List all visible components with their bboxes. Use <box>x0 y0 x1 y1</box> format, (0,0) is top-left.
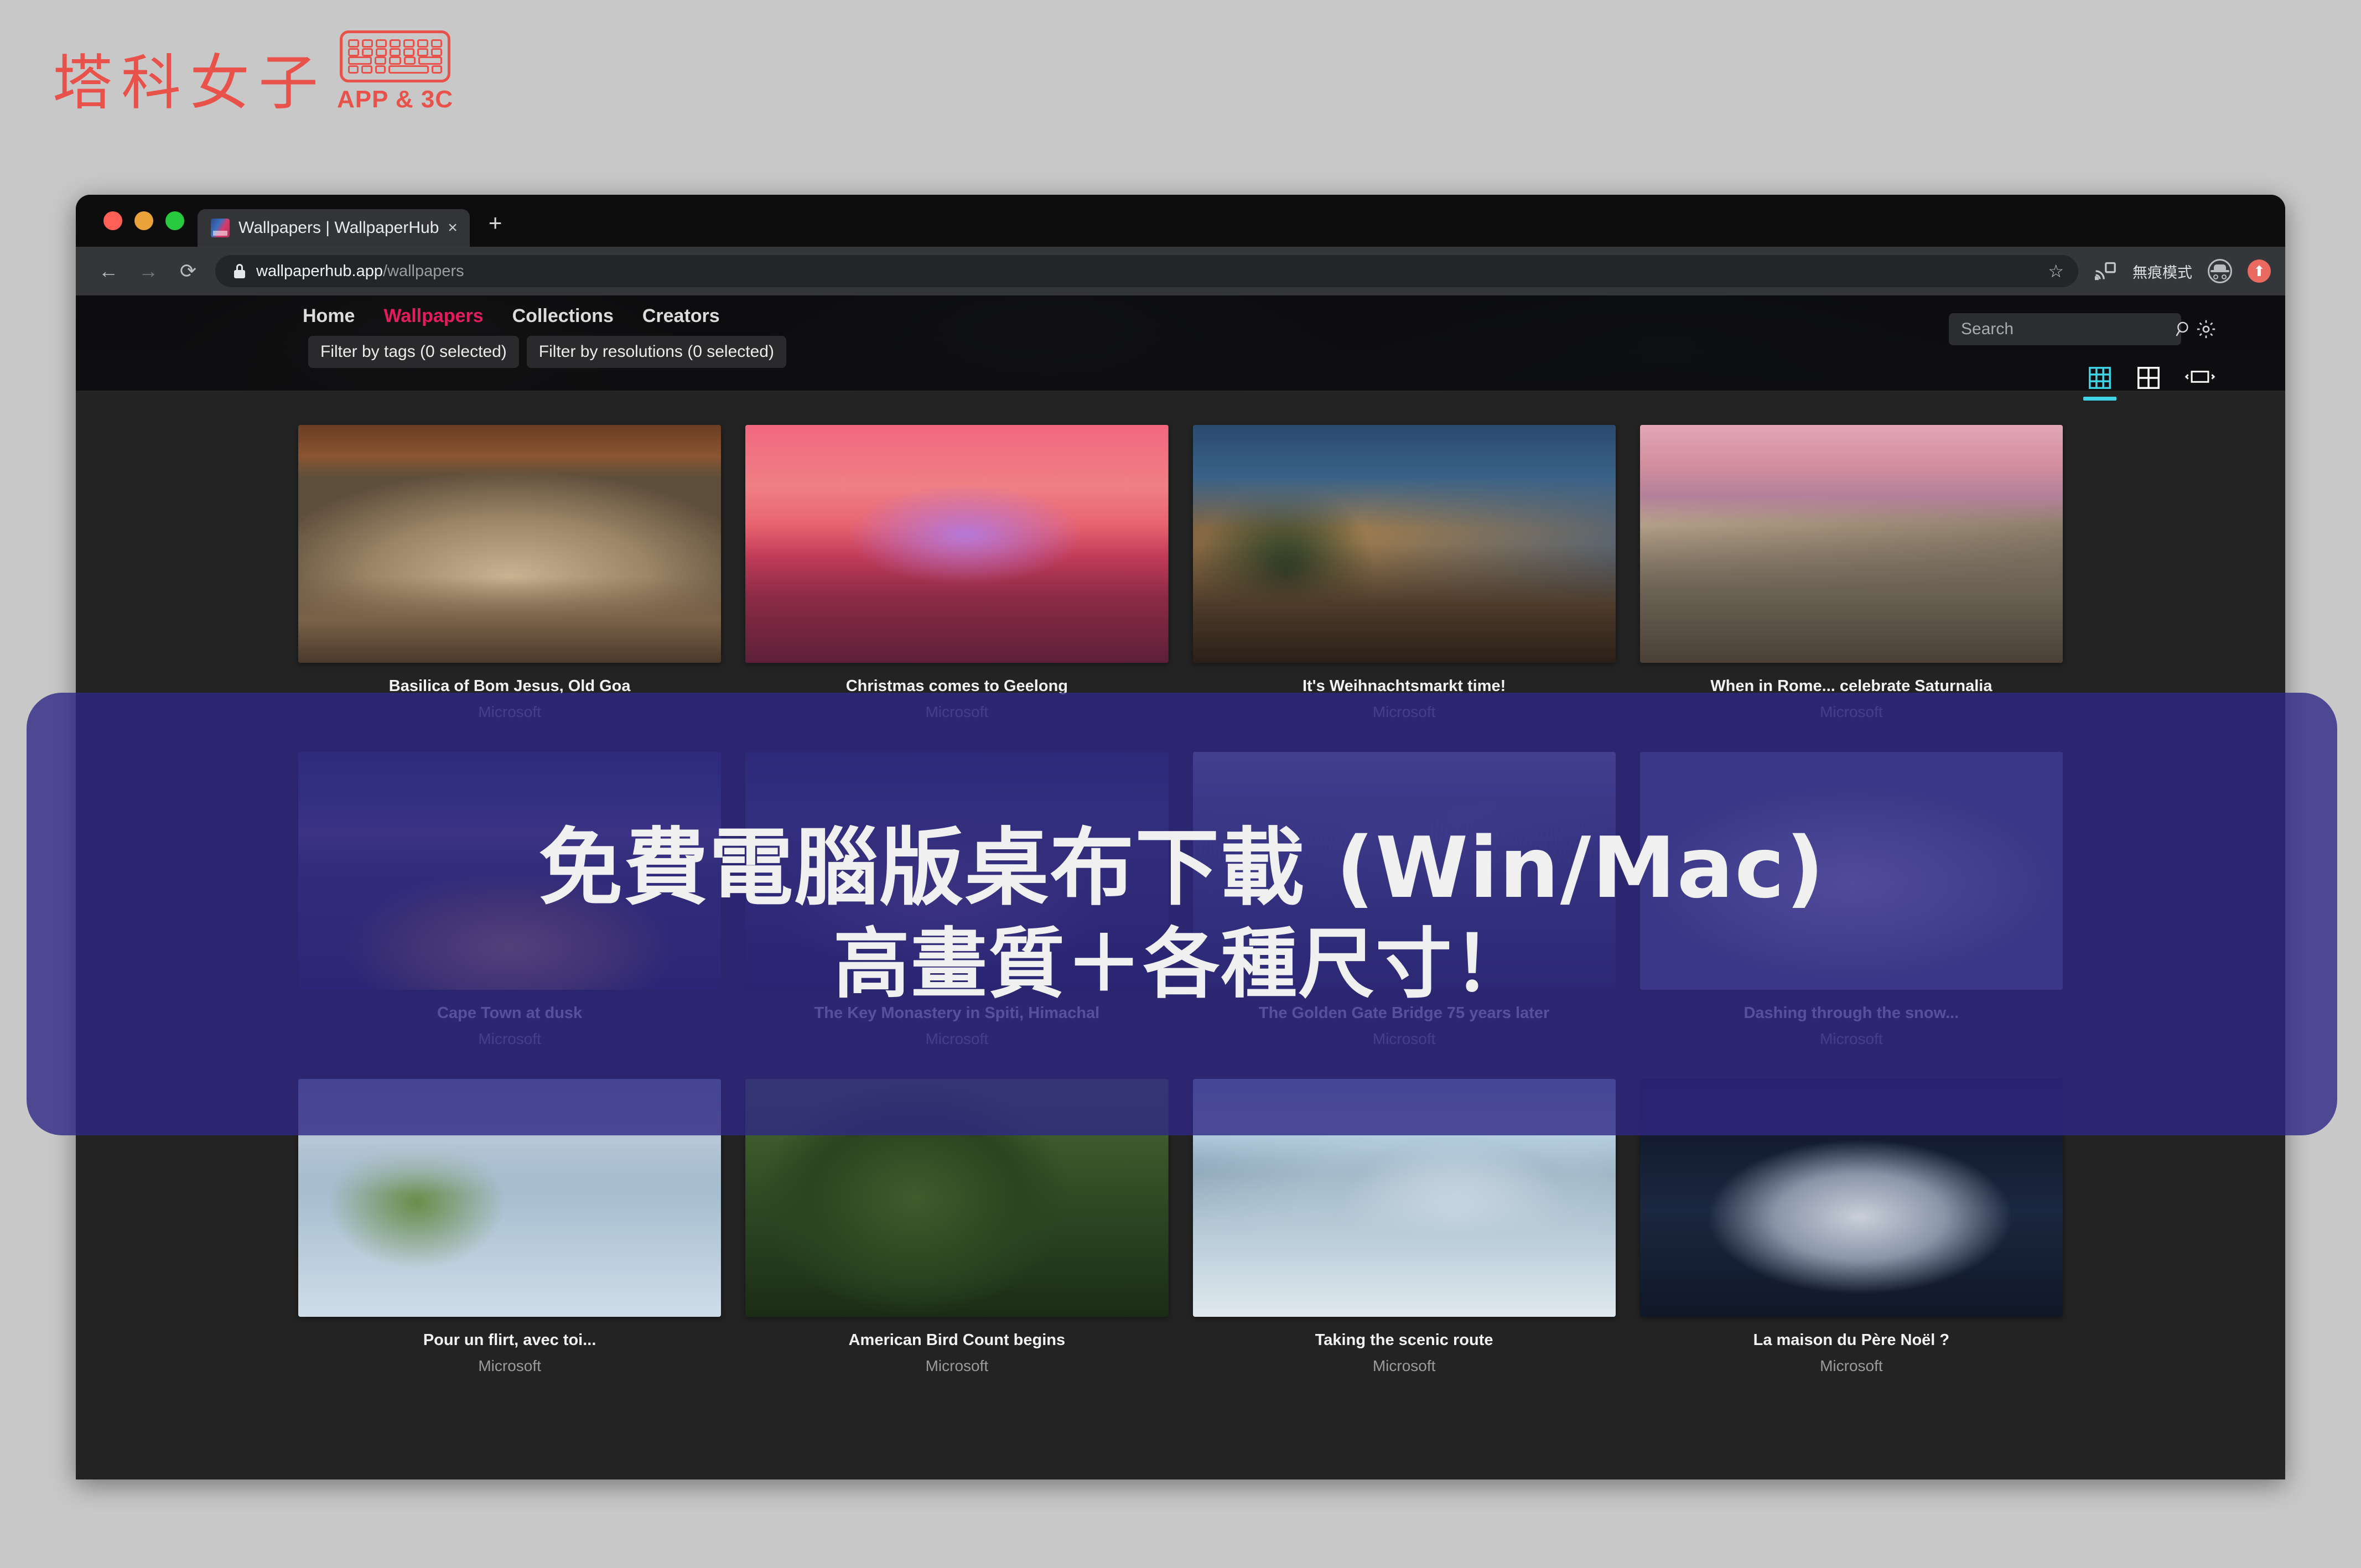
reload-icon[interactable]: ⟳ <box>175 261 201 281</box>
search-icon[interactable] <box>2175 320 2193 339</box>
wallpaper-card[interactable]: When in Rome... celebrate Saturnalia Mic… <box>1628 411 2075 738</box>
nav-item-home[interactable]: Home <box>303 305 355 327</box>
wallpaper-thumbnail[interactable] <box>298 425 722 663</box>
gear-icon[interactable] <box>2196 319 2217 340</box>
view-mode-wide-single-button[interactable] <box>2184 365 2215 387</box>
logo-subtitle: APP & 3C <box>337 86 454 113</box>
logo-right-block: APP & 3C <box>337 30 453 113</box>
wallpaper-card[interactable]: Basilica of Bom Jesus, Old Goa Microsoft <box>286 411 733 738</box>
new-tab-button[interactable]: + <box>470 211 502 247</box>
tab-title: Wallpapers | WallpaperHub <box>238 219 439 237</box>
window-traffic-lights <box>76 211 184 247</box>
nav-item-collections[interactable]: Collections <box>512 305 614 327</box>
browser-toolbar: ← → ⟳ wallpaperhub.app/wallpapers ☆ 無痕模式… <box>76 247 2285 295</box>
wallpaper-card[interactable]: It's Weihnachtsmarkt time! Microsoft <box>1181 411 1628 738</box>
toolbar-right-actions: 無痕模式 ⬆ <box>2093 259 2271 283</box>
close-window-button[interactable] <box>103 211 122 230</box>
update-badge-icon[interactable]: ⬆ <box>2248 259 2271 283</box>
wallpaper-title: La maison du Père Noël ? <box>1753 1331 1950 1349</box>
wallpaper-author: Microsoft <box>478 1357 541 1374</box>
bookmark-star-icon[interactable]: ☆ <box>2048 261 2064 282</box>
back-icon[interactable]: ← <box>96 261 121 281</box>
browser-tab-strip: Wallpapers | WallpaperHub × + <box>76 195 2285 247</box>
favicon-icon <box>211 219 230 237</box>
url-text: wallpaperhub.app/wallpapers <box>256 262 464 281</box>
active-view-underline <box>2083 397 2116 401</box>
view-mode-grid-2x2-button[interactable] <box>2136 365 2161 391</box>
view-mode-toggle <box>2083 365 2215 401</box>
nav-item-creators[interactable]: Creators <box>642 305 720 327</box>
wallpaper-author: Microsoft <box>925 1357 989 1374</box>
filter-by-resolutions-button[interactable]: Filter by resolutions (0 selected) <box>526 336 786 368</box>
wallpaper-thumbnail[interactable] <box>745 425 1169 663</box>
minimize-window-button[interactable] <box>134 211 153 230</box>
search-area <box>1949 313 2217 345</box>
site-header: Home Wallpapers Collections Creators Sea… <box>76 295 2285 401</box>
search-box[interactable] <box>1949 313 2188 345</box>
wallpaper-thumbnail[interactable] <box>1192 425 1616 663</box>
keyboard-icon <box>340 30 451 82</box>
cast-icon[interactable] <box>2093 260 2117 282</box>
address-bar[interactable]: wallpaperhub.app/wallpapers ☆ <box>215 255 2078 287</box>
wallpaper-title: American Bird Count begins <box>848 1331 1066 1349</box>
wallpaper-title: Pour un flirt, avec toi... <box>423 1331 596 1349</box>
wallpaper-title: Taking the scenic route <box>1315 1331 1493 1349</box>
title-overlay-banner: 免費電腦版桌布下載 (Win/Mac) 高畫質＋各種尺寸！ <box>27 693 2337 1135</box>
search-input[interactable] <box>1961 320 2175 339</box>
wallpaper-author: Microsoft <box>1820 1357 1883 1374</box>
nav-item-wallpapers[interactable]: Wallpapers <box>383 305 483 327</box>
filter-by-tags-button[interactable]: Filter by tags (0 selected) <box>308 336 519 368</box>
browser-tab[interactable]: Wallpapers | WallpaperHub × <box>198 209 470 247</box>
incognito-label: 無痕模式 <box>2132 264 2192 282</box>
url-domain: wallpaperhub.app <box>256 262 383 280</box>
logo-chinese-text: 塔科女子 <box>53 49 328 118</box>
view-mode-grid-3x3-button[interactable] <box>2083 365 2116 401</box>
url-path: /wallpapers <box>382 262 464 280</box>
incognito-avatar-icon[interactable] <box>2208 259 2232 283</box>
maximize-window-button[interactable] <box>165 211 184 230</box>
site-logo: 塔科女子 APP & 3C <box>53 30 453 113</box>
overlay-headline-line2: 高畫質＋各種尺寸！ <box>833 919 1530 1009</box>
overlay-headline-line1: 免費電腦版桌布下載 (Win/Mac) <box>538 819 1825 917</box>
close-icon[interactable]: × <box>448 220 458 236</box>
wallpaper-thumbnail[interactable] <box>1639 425 2063 663</box>
wallpaper-author: Microsoft <box>1372 1357 1436 1374</box>
forward-icon[interactable]: → <box>136 261 161 281</box>
wallpaper-card[interactable]: Christmas comes to Geelong Microsoft <box>733 411 1180 738</box>
lock-icon <box>234 264 245 278</box>
